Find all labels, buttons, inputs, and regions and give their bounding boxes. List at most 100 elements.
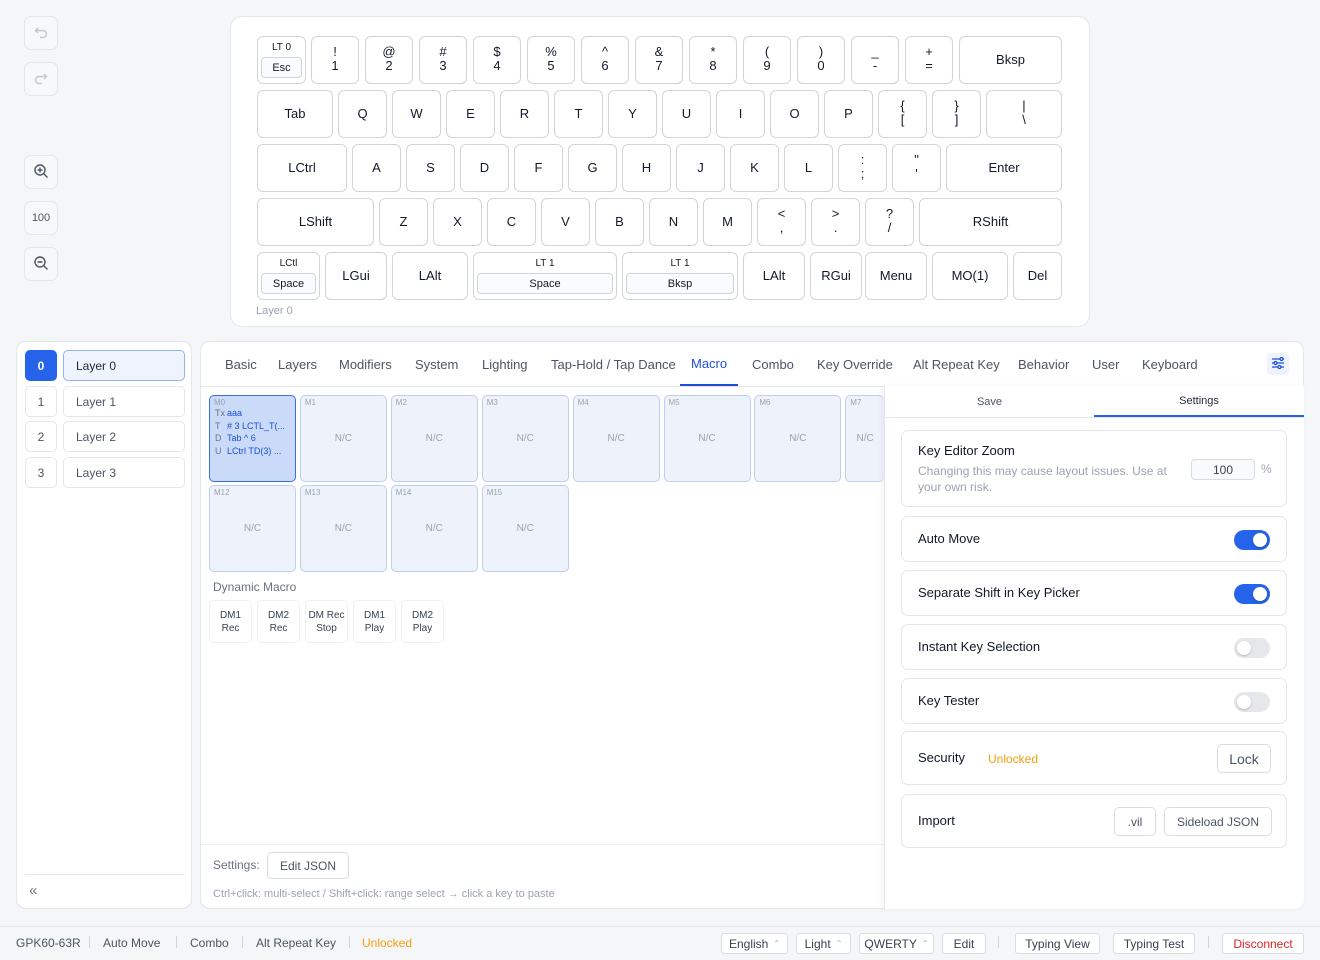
macro-slot[interactable]: M2 N/C	[390, 395, 478, 482]
key[interactable]: LT 1 Bksp	[622, 252, 738, 300]
tab-lighting[interactable]: Lighting	[482, 342, 528, 386]
macro-slot[interactable]: M4 N/C	[572, 395, 660, 482]
undo-button[interactable]	[24, 16, 58, 50]
key[interactable]: Del	[1013, 252, 1062, 300]
key[interactable]: LAlt	[743, 252, 805, 300]
key[interactable]: X	[433, 198, 482, 246]
key[interactable]: J	[676, 144, 725, 192]
tab-layers[interactable]: Layers	[278, 342, 317, 386]
key[interactable]: Bksp	[959, 36, 1062, 84]
key[interactable]: RGui	[810, 252, 862, 300]
tab-alt-repeat-key[interactable]: Alt Repeat Key	[913, 342, 1000, 386]
key[interactable]: Q	[338, 90, 387, 138]
zoom-in-button[interactable]	[24, 155, 58, 189]
tab-macro[interactable]: Macro	[680, 342, 739, 386]
instant-key-toggle[interactable]	[1234, 638, 1270, 658]
key[interactable]: % 5	[527, 36, 575, 84]
key[interactable]: LT 1 Space	[473, 252, 617, 300]
tab-settings[interactable]: Settings	[1094, 386, 1304, 417]
key[interactable]: C	[487, 198, 536, 246]
key[interactable]: ? /	[865, 198, 914, 246]
key[interactable]: O	[770, 90, 819, 138]
key[interactable]: {[	[878, 90, 927, 138]
key[interactable]: * 8	[689, 36, 737, 84]
layer-name-3[interactable]: Layer 3	[63, 457, 185, 488]
typing-test-button[interactable]: Typing Test	[1113, 933, 1195, 954]
key[interactable]: #3	[419, 36, 467, 84]
macro-slot[interactable]: M6 N/C	[754, 395, 842, 482]
key[interactable]: Menu	[865, 252, 927, 300]
dynamic-macro-key[interactable]: DM2 Play	[401, 600, 444, 643]
key[interactable]: U	[662, 90, 711, 138]
macro-slot[interactable]: M12 N/C	[209, 485, 296, 572]
macro-slot[interactable]: M1 N/C	[299, 395, 387, 482]
key[interactable]: R	[500, 90, 549, 138]
layer-name-0[interactable]: Layer 0	[63, 350, 185, 381]
edit-button[interactable]: Edit	[942, 933, 986, 954]
key[interactable]: D	[460, 144, 509, 192]
macro-slot[interactable]: M3 N/C	[481, 395, 569, 482]
redo-button[interactable]	[24, 62, 58, 96]
collapse-icon[interactable]: «	[29, 882, 37, 899]
macro-slot[interactable]: M13 N/C	[299, 485, 387, 572]
key[interactable]: :;	[838, 144, 887, 192]
key[interactable]: _ -	[851, 36, 899, 84]
key[interactable]: LGui	[325, 252, 387, 300]
layer-name-2[interactable]: Layer 2	[63, 421, 185, 452]
dynamic-macro-key[interactable]: DM1 Rec	[209, 600, 252, 643]
key[interactable]: F	[514, 144, 563, 192]
tab-behavior[interactable]: Behavior	[1018, 342, 1069, 386]
key[interactable]: K	[730, 144, 779, 192]
layer-number-1[interactable]: 1	[25, 386, 57, 417]
auto-move-toggle[interactable]	[1234, 530, 1270, 550]
key[interactable]: ) 0	[797, 36, 845, 84]
zoom-out-button[interactable]	[24, 247, 58, 281]
key[interactable]: LCtrl	[257, 144, 347, 192]
tab-save[interactable]: Save	[885, 386, 1094, 417]
key[interactable]: LT 0 Esc	[257, 36, 306, 84]
key[interactable]: M	[703, 198, 752, 246]
dynamic-macro-key[interactable]: DM Rec Stop	[305, 600, 348, 643]
key[interactable]: Enter	[946, 144, 1062, 192]
theme-select[interactable]: Light ⌃	[796, 933, 851, 954]
key[interactable]: Z	[379, 198, 428, 246]
macro-slot[interactable]: M0 Tx aaa T # 3 LCTL_T(... D Tab ^ 6 U LCtrl TD(…	[209, 395, 296, 482]
key[interactable]: LAlt	[392, 252, 468, 300]
key[interactable]: N	[649, 198, 698, 246]
key[interactable]: & 7	[635, 36, 683, 84]
settings-toggle-button[interactable]	[1267, 353, 1289, 375]
key[interactable]: G	[568, 144, 617, 192]
tab-combo[interactable]: Combo	[752, 342, 794, 386]
language-select[interactable]: English ⌃	[721, 933, 788, 954]
key[interactable]: RShift	[919, 198, 1062, 246]
key[interactable]: (9	[743, 36, 791, 84]
tab-basic[interactable]: Basic	[225, 342, 257, 386]
macro-slot[interactable]: M14 N/C	[390, 485, 478, 572]
key[interactable]: + =	[905, 36, 953, 84]
layer-number-3[interactable]: 3	[25, 457, 57, 488]
key[interactable]: Y	[608, 90, 657, 138]
tab-tap-hold[interactable]: Tap-Hold / Tap Dance	[551, 342, 676, 386]
dynamic-macro-key[interactable]: DM1 Play	[353, 600, 396, 643]
layer-name-1[interactable]: Layer 1	[63, 386, 185, 417]
layout-select[interactable]: QWERTY ⌃	[859, 933, 934, 954]
disconnect-button[interactable]: Disconnect	[1222, 933, 1304, 954]
key[interactable]: MO(1)	[932, 252, 1008, 300]
separate-shift-toggle[interactable]	[1234, 584, 1270, 604]
lock-button[interactable]: Lock	[1217, 744, 1271, 773]
layer-number-0[interactable]: 0	[25, 350, 57, 381]
key[interactable]: $4	[473, 36, 521, 84]
key[interactable]: H	[622, 144, 671, 192]
key-tester-toggle[interactable]	[1234, 692, 1270, 712]
edit-json-button[interactable]: Edit JSON	[267, 852, 349, 879]
tab-system[interactable]: System	[415, 342, 458, 386]
import-vil-button[interactable]: .vil	[1114, 807, 1156, 836]
key[interactable]: ! 1	[311, 36, 359, 84]
key[interactable]: S	[406, 144, 455, 192]
tab-modifiers[interactable]: Modifiers	[339, 342, 392, 386]
key[interactable]: | \	[986, 90, 1062, 138]
key[interactable]: P	[824, 90, 873, 138]
sideload-json-button[interactable]: Sideload JSON	[1164, 807, 1272, 836]
layer-number-2[interactable]: 2	[25, 421, 57, 452]
dynamic-macro-key[interactable]: DM2 Rec	[257, 600, 300, 643]
